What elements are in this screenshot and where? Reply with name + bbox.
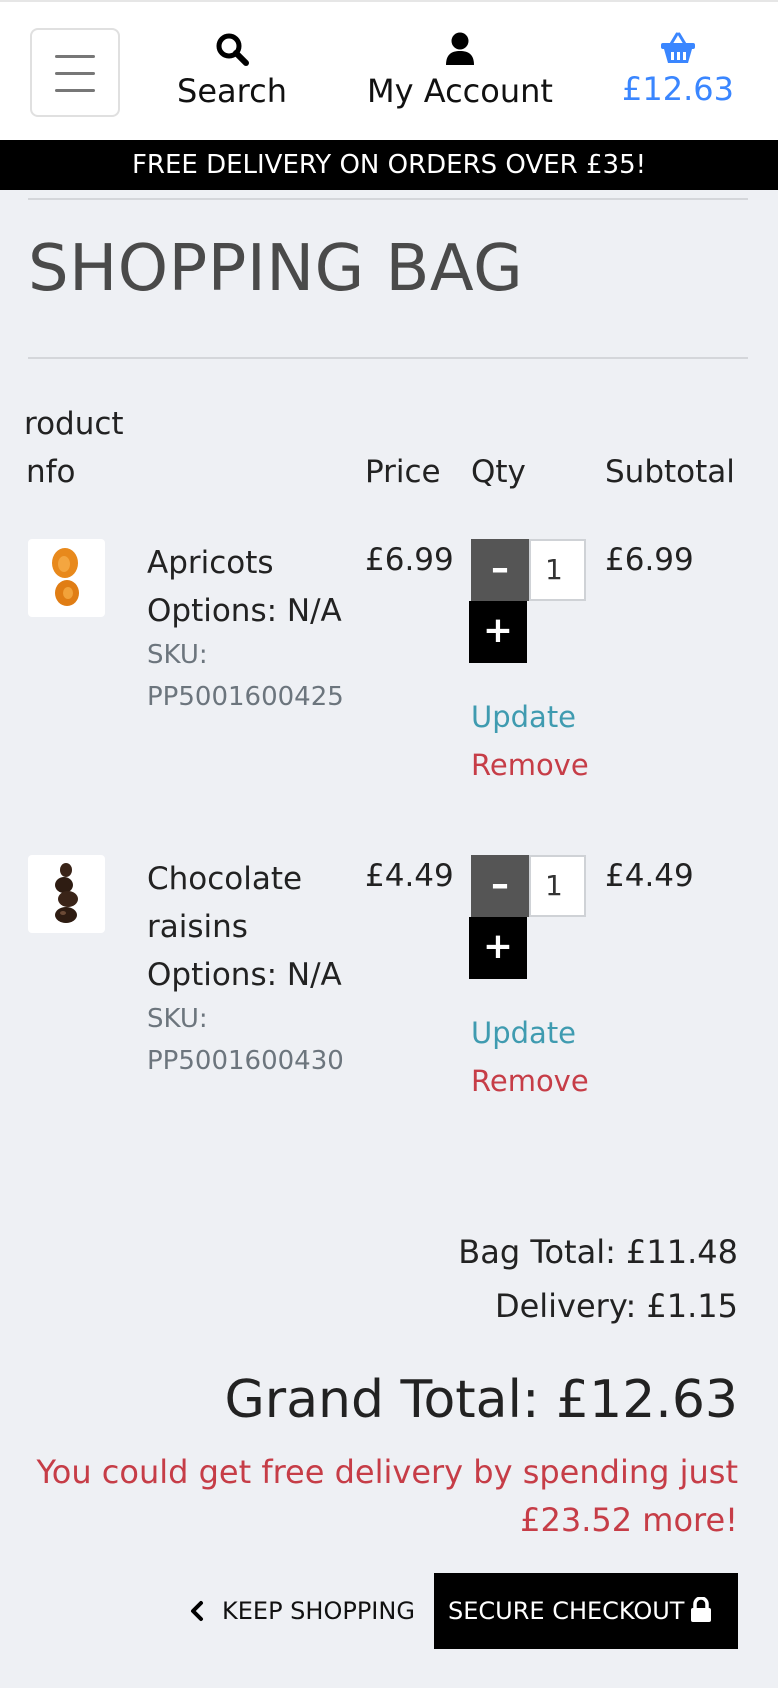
bag-total: Bag Total: £11.48 bbox=[458, 1233, 738, 1271]
delivery-cost: Delivery: £1.15 bbox=[494, 1287, 738, 1325]
free-delivery-message: You could get free delivery by spending … bbox=[36, 1453, 738, 1539]
increment-qty-button[interactable]: + bbox=[469, 601, 527, 663]
product-image-apricots[interactable] bbox=[28, 539, 105, 617]
product-subtotal: £4.49 bbox=[605, 858, 694, 894]
basket-icon bbox=[661, 32, 695, 63]
decrement-qty-button[interactable]: – bbox=[471, 539, 529, 601]
site-header: Search My Account £12.63 bbox=[0, 0, 778, 140]
product-sku: PP5001600425 bbox=[147, 682, 344, 712]
lock-icon bbox=[691, 1597, 711, 1622]
search-icon bbox=[216, 33, 249, 66]
nav-account-link[interactable]: My Account bbox=[360, 32, 560, 110]
product-sku-label: SKU: bbox=[147, 1004, 208, 1034]
update-link[interactable]: Update bbox=[471, 700, 576, 734]
user-icon bbox=[446, 32, 474, 65]
free-delivery-banner: FREE DELIVERY ON ORDERS OVER £35! bbox=[0, 140, 778, 190]
grand-total: Grand Total: £12.63 bbox=[224, 1370, 738, 1430]
nav-bag-link[interactable]: £12.63 bbox=[620, 32, 736, 108]
divider bbox=[28, 357, 748, 359]
decrement-qty-button[interactable]: – bbox=[471, 855, 529, 917]
product-image-chocolate-raisins[interactable] bbox=[28, 855, 105, 933]
nav-search-label: Search bbox=[177, 72, 287, 110]
product-sku-label: SKU: bbox=[147, 640, 208, 670]
page-edge bbox=[778, 0, 782, 1688]
keep-shopping-link[interactable]: KEEP SHOPPING bbox=[190, 1590, 415, 1630]
bag-total-amount: £12.63 bbox=[622, 70, 734, 108]
chevron-left-icon bbox=[191, 1601, 203, 1621]
update-link[interactable]: Update bbox=[471, 1016, 576, 1050]
product-price: £4.49 bbox=[365, 858, 454, 894]
page-title: SHOPPING BAG bbox=[28, 232, 524, 306]
qty-input[interactable]: 1 bbox=[529, 539, 586, 601]
qty-input[interactable]: 1 bbox=[529, 855, 586, 917]
hamburger-icon bbox=[55, 55, 95, 58]
header-subtotal: Subtotal bbox=[605, 454, 735, 490]
product-subtotal: £6.99 bbox=[605, 542, 694, 578]
remove-link[interactable]: Remove bbox=[471, 748, 589, 782]
product-options: Options: N/A bbox=[147, 957, 342, 993]
header-product-info-line2: nfo bbox=[26, 454, 76, 490]
product-name: Chocolate raisins bbox=[147, 861, 303, 945]
product-price: £6.99 bbox=[365, 542, 454, 578]
menu-toggle-button[interactable] bbox=[30, 28, 120, 117]
apricot-image bbox=[52, 548, 79, 606]
secure-checkout-label: SECURE CHECKOUT bbox=[448, 1597, 685, 1625]
keep-shopping-label: KEEP SHOPPING bbox=[222, 1597, 415, 1625]
increment-qty-button[interactable]: + bbox=[469, 917, 527, 979]
header-product-info-line1: roduct bbox=[24, 406, 124, 442]
nav-account-label: My Account bbox=[367, 72, 553, 110]
product-options: Options: N/A bbox=[147, 593, 342, 629]
chocolate-raisins-image bbox=[55, 863, 78, 923]
divider bbox=[28, 198, 748, 200]
secure-checkout-button[interactable]: SECURE CHECKOUT bbox=[434, 1573, 738, 1649]
header-price: Price bbox=[365, 454, 441, 490]
hamburger-icon-bar bbox=[55, 89, 95, 92]
remove-link[interactable]: Remove bbox=[471, 1064, 589, 1098]
nav-search-link[interactable]: Search bbox=[170, 32, 294, 110]
hamburger-icon-bar bbox=[55, 72, 95, 75]
product-name: Apricots bbox=[147, 545, 274, 581]
product-sku: PP5001600430 bbox=[147, 1046, 344, 1076]
header-qty: Qty bbox=[471, 454, 526, 490]
